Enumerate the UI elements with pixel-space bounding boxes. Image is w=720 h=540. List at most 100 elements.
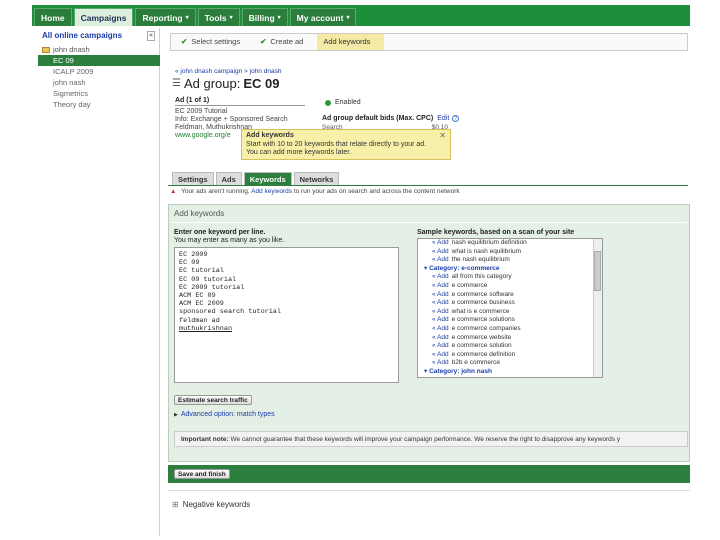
add-keywords-tooltip: ✕ Add keywords Start with 10 to 20 keywo… — [241, 129, 451, 160]
save-bar: Save and finish — [168, 465, 690, 483]
add-keywords-panel: Add keywords Enter one keyword per line.… — [168, 204, 690, 462]
title-prefix: Ad group: — [183, 76, 241, 91]
sample-keyword-text: b2b e commerce — [451, 359, 501, 367]
add-keyword-link[interactable]: « Add — [432, 256, 449, 263]
sample-keyword-row: « Add nash equilibrium definition — [418, 239, 602, 248]
close-icon[interactable]: ✕ — [439, 131, 446, 141]
instructions-title: Enter one keyword per line. — [174, 229, 266, 236]
keyword-line: ACM EC 2009 — [179, 300, 224, 309]
add-keyword-link[interactable]: « Add — [432, 334, 449, 341]
add-keyword-link[interactable]: « Add — [432, 248, 449, 255]
sample-keyword-text: e commerce companies — [451, 324, 521, 332]
keyword-line: EC 2009 tutorial — [179, 283, 245, 292]
sample-keyword-text: all from this category — [451, 273, 512, 281]
tab-ads[interactable]: Ads — [215, 172, 242, 185]
warning-text-2: to run your ads on search and across the… — [293, 188, 460, 195]
sample-keyword-text: what is e commerce — [451, 307, 510, 315]
step-add-keywords: Add keywords — [317, 34, 385, 50]
tab-settings[interactable]: Settings — [172, 172, 214, 185]
collapse-icon[interactable]: « — [147, 31, 155, 41]
sample-keyword-row: « Add e commerce software — [418, 291, 602, 300]
tooltip-line-1: Start with 10 to 20 keywords that relate… — [246, 140, 427, 148]
negative-keywords-section[interactable]: ⊞ Negative keywords — [172, 500, 250, 509]
content-tabs: Settings Ads Keywords Networks — [172, 172, 340, 185]
category-label: Category: john nash — [429, 367, 492, 375]
sample-keyword-row: « Add e commerce solutions — [418, 316, 602, 325]
tab-divider — [168, 185, 688, 186]
wizard-steps: ✔ Select settings ✔ Create ad Add keywords — [170, 33, 688, 51]
tab-label: Tools — [204, 12, 227, 23]
tab-keywords[interactable]: Keywords — [243, 172, 292, 185]
tab-networks[interactable]: Networks — [293, 172, 340, 185]
sample-rows: « Add nash equilibrium definition « Add wha… — [418, 239, 602, 377]
save-and-finish-button[interactable]: Save and finish — [174, 469, 230, 479]
chevron-down-icon: ▾ — [346, 15, 350, 21]
sidebar-item-sigmetrics[interactable]: Sigmetrics — [38, 88, 159, 99]
panel-divider — [171, 222, 687, 223]
breadcrumb[interactable]: « john dnash campaign > john dnash — [175, 68, 281, 75]
sidebar-item-theory-day[interactable]: Theory day — [38, 99, 159, 110]
keywords-textarea[interactable]: EC 2009 EC 09 EC tutorial EC 09 tutorial EC … — [174, 247, 399, 383]
sample-keyword-text: e commerce business — [451, 299, 515, 307]
keyword-line: EC 09 — [179, 259, 200, 268]
sample-category[interactable]: ▾ Category: e-commerce — [418, 265, 602, 274]
sample-category[interactable]: ▾ Category: john nash — [418, 368, 602, 377]
tab-tools[interactable]: Tools ▾ — [197, 8, 240, 26]
instructions-sub: You may enter as many as you like. — [174, 237, 285, 244]
add-keyword-link[interactable]: « Add — [432, 316, 449, 323]
add-keyword-link[interactable]: « Add — [432, 325, 449, 332]
divider — [168, 490, 690, 491]
status-badge: Enabled — [325, 99, 361, 106]
advanced-options-link[interactable]: ▶ Advanced option: match types — [174, 411, 275, 418]
ad-label: Ad (1 of 1) — [175, 97, 305, 106]
sidebar-item-ec09[interactable]: EC 09 — [38, 55, 160, 66]
tab-home[interactable]: Home — [34, 8, 72, 26]
step-label: Create ad — [270, 37, 304, 46]
keyword-line: sponsored search tutorial — [179, 308, 281, 317]
ad-headline: EC 2009 Tutorial — [175, 108, 228, 115]
campaign-label: john dnash — [53, 45, 90, 54]
add-keyword-link[interactable]: « Add — [432, 299, 449, 306]
checkmark-icon: ✔ — [181, 37, 188, 46]
keyword-line: EC 09 tutorial — [179, 275, 237, 284]
add-keyword-link[interactable]: « Add — [432, 282, 449, 289]
sample-keywords-title: Sample keywords, based on a scan of your… — [417, 229, 575, 236]
tab-my-account[interactable]: My account ▾ — [289, 8, 357, 26]
sample-keyword-row: « Add e commerce definition — [418, 351, 602, 360]
estimate-traffic-button[interactable]: Estimate search traffic — [174, 395, 252, 405]
edit-bids-link[interactable]: Edit — [437, 115, 449, 122]
add-keyword-link[interactable]: « Add — [432, 351, 449, 358]
add-keyword-link[interactable]: « Add — [432, 359, 449, 366]
sidebar-campaign[interactable]: john dnash — [38, 44, 159, 55]
sample-keyword-text: what is nash equilibrium — [451, 247, 522, 255]
tab-label: Home — [41, 12, 65, 23]
help-icon[interactable]: ? — [452, 115, 460, 122]
add-keywords-link[interactable]: Add keywords — [251, 188, 292, 195]
scrollbar-thumb[interactable] — [594, 251, 601, 291]
add-keyword-link[interactable]: « Add — [432, 291, 449, 298]
add-keyword-link[interactable]: « Add — [432, 342, 449, 349]
add-keyword-link[interactable]: « Add — [432, 239, 449, 246]
tab-billing[interactable]: Billing ▾ — [241, 8, 288, 26]
all-campaigns-link[interactable]: All online campaigns — [42, 31, 122, 41]
keyword-instructions: Enter one keyword per line. You may ente… — [174, 229, 284, 245]
scrollbar[interactable] — [593, 239, 602, 377]
tab-campaigns[interactable]: Campaigns — [73, 8, 134, 26]
step-label: Add keywords — [323, 37, 371, 46]
tab-label: My account — [296, 12, 344, 23]
keyword-line: ACM EC 09 — [179, 292, 216, 301]
add-keyword-link[interactable]: « Add — [432, 273, 449, 280]
sidebar-item-icalp[interactable]: ICALP 2009 — [38, 66, 159, 77]
tab-reporting[interactable]: Reporting ▾ — [135, 8, 196, 26]
keyword-line: EC tutorial — [179, 267, 224, 276]
ad-group-icon: ☰ — [172, 78, 181, 89]
add-keyword-link[interactable]: « Add — [432, 308, 449, 315]
sample-keyword-text: the nash equilibrium — [451, 256, 510, 264]
tooltip-line-2: You can add more keywords later. — [246, 149, 352, 156]
negative-keywords-label: Negative keywords — [182, 500, 251, 509]
top-tabs: Home Campaigns Reporting ▾ Tools ▾ Billing… — [34, 8, 357, 26]
sample-keyword-text: e commerce software — [451, 290, 514, 298]
sidebar-item-john-nash[interactable]: john nash — [38, 77, 159, 88]
sample-keywords-list: « Add nash equilibrium definition « Add wha… — [417, 238, 603, 378]
sample-keyword-row: « Add e commerce solution — [418, 342, 602, 351]
